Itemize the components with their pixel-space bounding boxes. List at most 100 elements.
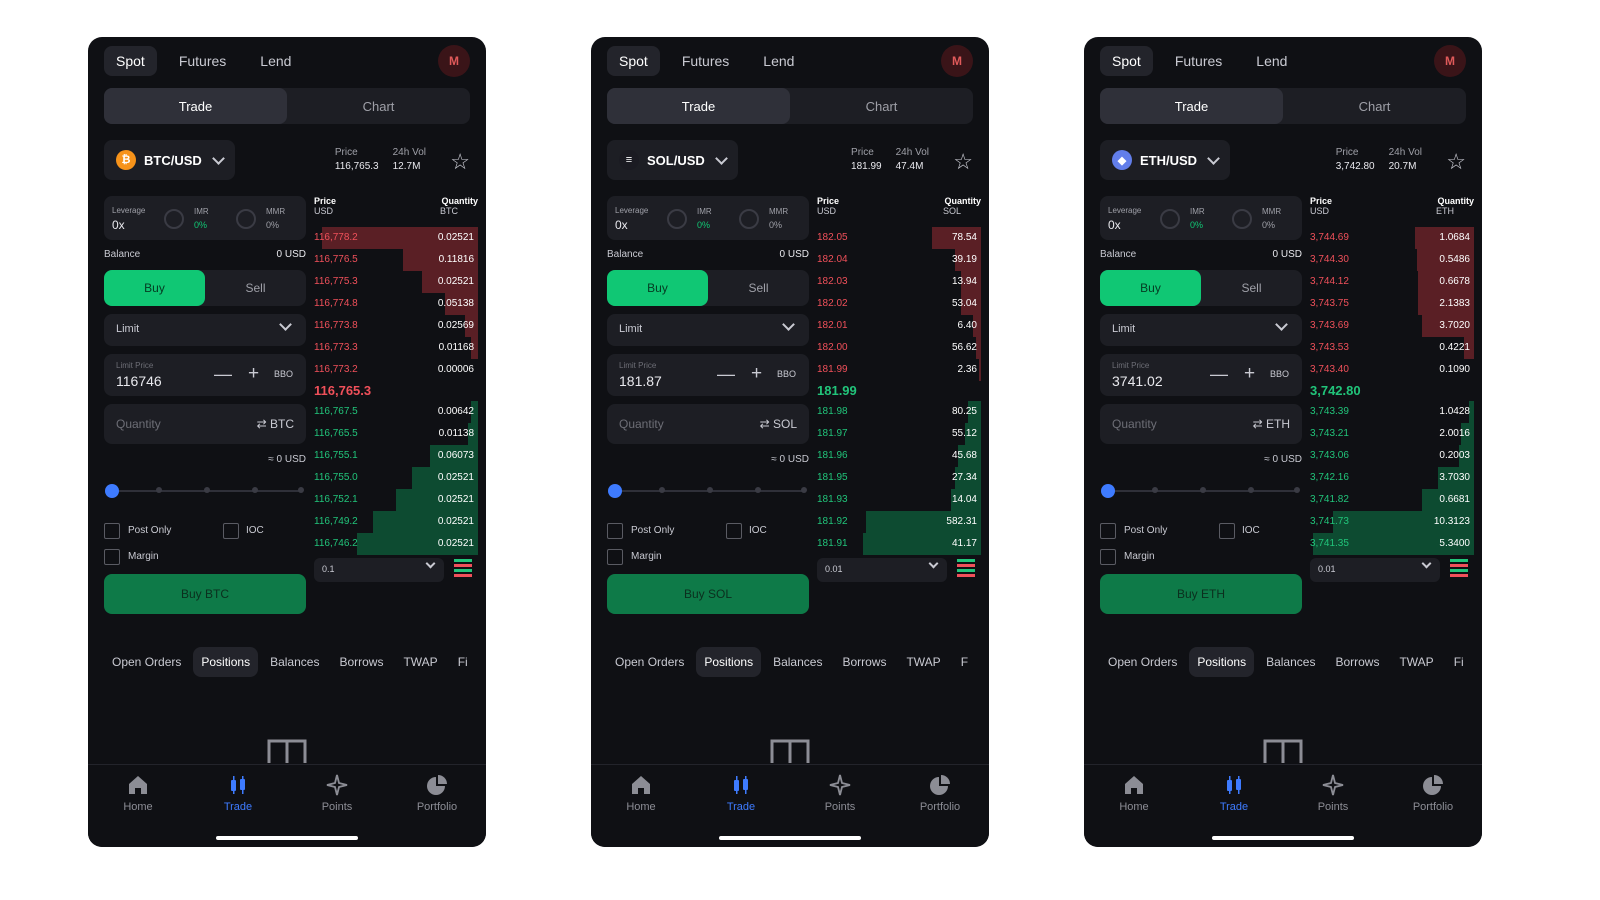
ask-row[interactable]: 182.04 39.19 [817, 249, 981, 271]
tab-futures[interactable]: Futures [670, 46, 741, 76]
segment-trade[interactable]: Trade [104, 88, 287, 124]
ask-row[interactable]: 116,774.8 0.05138 [314, 293, 478, 315]
nav-home[interactable]: Home [1094, 773, 1174, 813]
minus-icon[interactable]: — [214, 364, 232, 385]
tab-lend[interactable]: Lend [248, 46, 303, 76]
tab-positions[interactable]: Positions [696, 647, 762, 677]
tab-twap[interactable]: TWAP [898, 647, 948, 677]
ioc-checkbox[interactable] [726, 523, 742, 539]
tab-open-orders[interactable]: Open Orders [607, 647, 692, 677]
order-type-select[interactable]: Limit [607, 314, 809, 346]
leverage-panel[interactable]: Leverage 0x IMR 0% MMR 0% [607, 196, 809, 240]
avatar[interactable]: M [941, 45, 973, 77]
ask-row[interactable]: 182.00 56.62 [817, 337, 981, 359]
tab-twap[interactable]: TWAP [1391, 647, 1441, 677]
star-icon[interactable]: ☆ [1446, 149, 1466, 175]
tick-size-select[interactable]: 0.01 [817, 558, 947, 582]
segment-trade[interactable]: Trade [607, 88, 790, 124]
tab-spot[interactable]: Spot [1100, 46, 1153, 76]
ask-row[interactable]: 116,778.2 0.02521 [314, 227, 478, 249]
nav-portfolio[interactable]: Portfolio [397, 773, 477, 813]
bid-row[interactable]: 3,741.73 10.3123 [1310, 511, 1474, 533]
bid-row[interactable]: 116,755.1 0.06073 [314, 445, 478, 467]
tab-lend[interactable]: Lend [1244, 46, 1299, 76]
pair-selector[interactable]: ◆ ETH/USD [1100, 140, 1231, 180]
ask-row[interactable]: 3,743.40 0.1090 [1310, 359, 1474, 381]
book-layout-icon[interactable] [454, 559, 472, 579]
slider-handle[interactable] [608, 484, 622, 498]
bid-row[interactable]: 116,746.2 0.02521 [314, 533, 478, 555]
book-layout-icon[interactable] [1450, 559, 1468, 579]
nav-trade[interactable]: Trade [701, 773, 781, 813]
ask-row[interactable]: 3,743.69 3.7020 [1310, 315, 1474, 337]
nav-home[interactable]: Home [601, 773, 681, 813]
bid-row[interactable]: 3,743.39 1.0428 [1310, 401, 1474, 423]
minus-icon[interactable]: — [717, 364, 735, 385]
ask-row[interactable]: 181.99 2.36 [817, 359, 981, 381]
ask-row[interactable]: 3,743.53 0.4221 [1310, 337, 1474, 359]
plus-icon[interactable]: + [1244, 363, 1255, 385]
bid-row[interactable]: 116,749.2 0.02521 [314, 511, 478, 533]
pair-selector[interactable]: ≡ SOL/USD [607, 140, 738, 180]
buy-submit-button[interactable]: Buy ETH [1100, 574, 1302, 614]
nav-portfolio[interactable]: Portfolio [900, 773, 980, 813]
bid-row[interactable]: 181.95 27.34 [817, 467, 981, 489]
ask-row[interactable]: 3,743.75 2.1383 [1310, 293, 1474, 315]
currency-swap-button[interactable]: ⇄ BTC [257, 417, 294, 431]
nav-points[interactable]: Points [1293, 773, 1373, 813]
tab-borrows[interactable]: Borrows [1327, 647, 1387, 677]
ask-row[interactable]: 116,773.3 0.01168 [314, 337, 478, 359]
ask-row[interactable]: 3,744.30 0.5486 [1310, 249, 1474, 271]
book-layout-icon[interactable] [957, 559, 975, 579]
bid-row[interactable]: 181.92 582.31 [817, 511, 981, 533]
quantity-slider[interactable] [608, 484, 807, 498]
bid-row[interactable]: 116,765.5 0.01138 [314, 423, 478, 445]
segment-chart[interactable]: Chart [287, 88, 470, 124]
buy-submit-button[interactable]: Buy SOL [607, 574, 809, 614]
tab-spot[interactable]: Spot [607, 46, 660, 76]
margin-checkbox[interactable] [1100, 549, 1116, 565]
tab-balances[interactable]: Balances [1258, 647, 1323, 677]
bbo-button[interactable]: BBO [777, 369, 796, 379]
plus-icon[interactable]: + [751, 363, 762, 385]
tab-balances[interactable]: Balances [262, 647, 327, 677]
tab-borrows[interactable]: Borrows [331, 647, 391, 677]
nav-trade[interactable]: Trade [1194, 773, 1274, 813]
quantity-field[interactable]: Quantity ⇄ BTC [104, 404, 306, 444]
ask-row[interactable]: 182.05 78.54 [817, 227, 981, 249]
tab-fills[interactable]: Fi [1446, 647, 1472, 677]
bid-row[interactable]: 181.93 14.04 [817, 489, 981, 511]
post-only-checkbox[interactable] [1100, 523, 1116, 539]
tab-open-orders[interactable]: Open Orders [1100, 647, 1185, 677]
tab-borrows[interactable]: Borrows [834, 647, 894, 677]
segment-chart[interactable]: Chart [1283, 88, 1466, 124]
avatar[interactable]: M [1434, 45, 1466, 77]
buy-tab[interactable]: Buy [104, 270, 205, 306]
nav-points[interactable]: Points [297, 773, 377, 813]
nav-points[interactable]: Points [800, 773, 880, 813]
quantity-slider[interactable] [105, 484, 304, 498]
leverage-panel[interactable]: Leverage 0x IMR 0% MMR 0% [1100, 196, 1302, 240]
bid-row[interactable]: 3,742.16 3.7030 [1310, 467, 1474, 489]
star-icon[interactable]: ☆ [953, 149, 973, 175]
leverage-panel[interactable]: Leverage 0x IMR 0% MMR 0% [104, 196, 306, 240]
ask-row[interactable]: 116,773.8 0.02569 [314, 315, 478, 337]
ask-row[interactable]: 116,773.2 0.00006 [314, 359, 478, 381]
avatar[interactable]: M [438, 45, 470, 77]
margin-checkbox[interactable] [104, 549, 120, 565]
quantity-field[interactable]: Quantity ⇄ SOL [607, 404, 809, 444]
slider-handle[interactable] [105, 484, 119, 498]
currency-swap-button[interactable]: ⇄ SOL [760, 417, 797, 431]
tab-fills[interactable]: Fi [450, 647, 476, 677]
tab-lend[interactable]: Lend [751, 46, 806, 76]
nav-trade[interactable]: Trade [198, 773, 278, 813]
ask-row[interactable]: 116,775.3 0.02521 [314, 271, 478, 293]
tab-fills[interactable]: F [953, 647, 976, 677]
bid-row[interactable]: 181.96 45.68 [817, 445, 981, 467]
limit-price-field[interactable]: Limit Price 116746 — + BBO [104, 354, 306, 396]
slider-handle[interactable] [1101, 484, 1115, 498]
bid-row[interactable]: 3,741.82 0.6681 [1310, 489, 1474, 511]
buy-tab[interactable]: Buy [1100, 270, 1201, 306]
ask-row[interactable]: 3,744.12 0.6678 [1310, 271, 1474, 293]
bbo-button[interactable]: BBO [1270, 369, 1289, 379]
